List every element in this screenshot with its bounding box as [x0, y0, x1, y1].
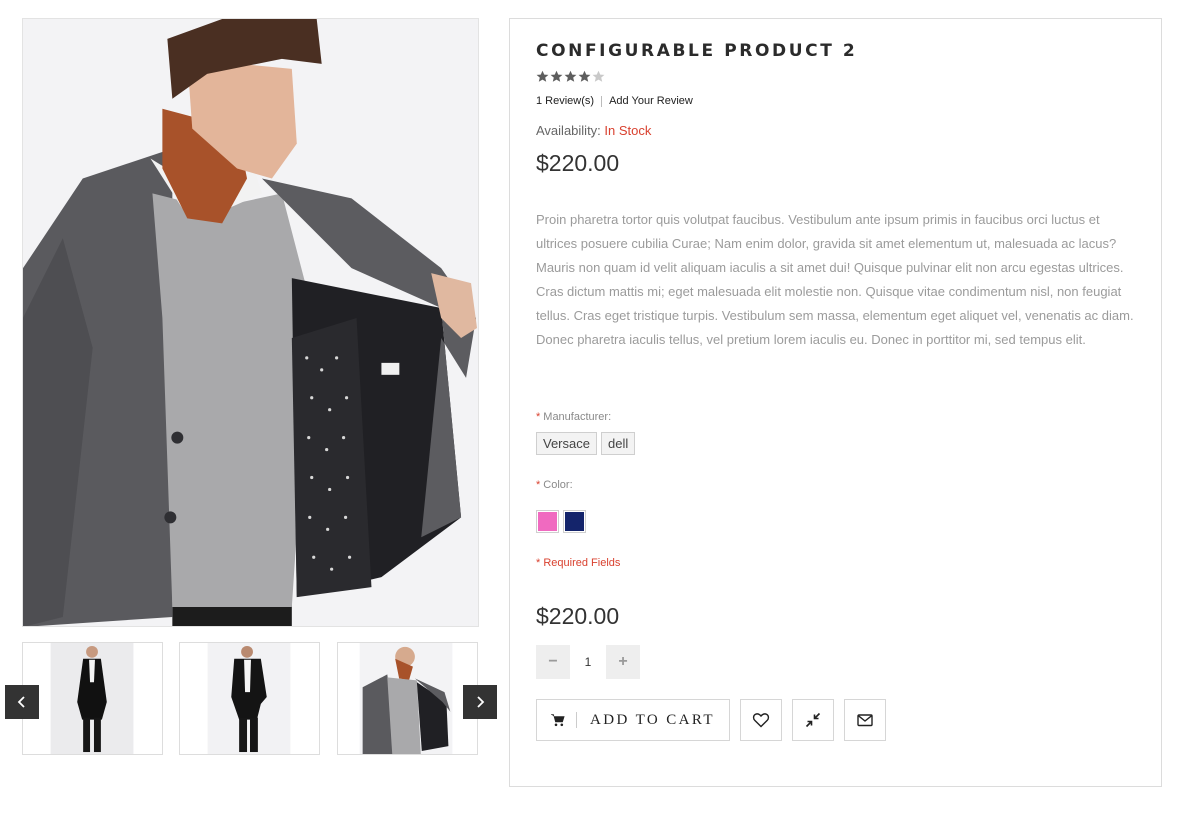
- main-product-image[interactable]: [22, 18, 479, 627]
- color-swatch-fill: [538, 512, 557, 531]
- thumbnail-1[interactable]: [22, 642, 163, 755]
- thumbnail-2[interactable]: [179, 642, 320, 755]
- color-swatch[interactable]: [563, 510, 586, 533]
- gallery-prev-button[interactable]: [5, 685, 39, 719]
- quantity-increase-button[interactable]: +: [606, 645, 640, 679]
- add-to-wishlist-button[interactable]: [739, 699, 782, 741]
- availability: Availability: In Stock: [536, 123, 651, 138]
- product-price: $220.00: [536, 150, 620, 176]
- manufacturer-label: * Manufacturer:: [536, 411, 611, 423]
- product-actions: ADD TO CART: [536, 699, 886, 741]
- manufacturer-option[interactable]: Versace: [536, 432, 597, 455]
- review-links-divider: [601, 95, 603, 107]
- color-swatch[interactable]: [536, 510, 559, 533]
- add-to-cart-button[interactable]: ADD TO CART: [536, 699, 730, 741]
- email-friend-button[interactable]: [843, 699, 886, 741]
- minus-icon: −: [548, 653, 558, 670]
- compress-arrows-icon: [805, 712, 821, 728]
- gallery-next-button[interactable]: [463, 685, 497, 719]
- final-price: $220.00: [536, 603, 620, 629]
- required-mark: *: [536, 411, 541, 423]
- product-info-panel: CONFIGURABLE PRODUCT 2 1 Review(s) Add Y…: [509, 18, 1162, 787]
- star-filled-icon: [536, 70, 549, 82]
- availability-label: Availability:: [536, 123, 601, 138]
- required-fields-note: * Required Fields: [536, 557, 621, 569]
- star-filled-icon: [564, 70, 577, 82]
- envelope-icon: [857, 714, 873, 727]
- product-photo: [23, 19, 478, 626]
- shopping-cart-icon: [551, 714, 565, 727]
- thumbnail-photo: [338, 643, 477, 754]
- star-empty-icon: [592, 70, 605, 82]
- color-label-text: Color:: [543, 479, 573, 491]
- review-links: 1 Review(s) Add Your Review: [536, 95, 693, 107]
- product-title: CONFIGURABLE PRODUCT 2: [536, 41, 858, 61]
- reviews-count-link[interactable]: 1 Review(s): [536, 95, 594, 107]
- chevron-left-icon: [17, 696, 25, 708]
- product-description: Proin pharetra tortor quis volutpat fauc…: [536, 212, 1134, 347]
- thumbnail-photo: [23, 643, 162, 754]
- manufacturer-option[interactable]: dell: [600, 432, 636, 455]
- chevron-right-icon: [477, 696, 485, 708]
- color-label: * Color:: [536, 479, 573, 491]
- thumbnail-3[interactable]: [337, 642, 478, 755]
- thumbnail-strip: [22, 642, 479, 755]
- stock-status: In Stock: [604, 123, 652, 138]
- add-to-cart-label: ADD TO CART: [590, 711, 715, 728]
- heart-icon: [752, 713, 770, 728]
- star-filled-icon: [578, 70, 591, 82]
- add-to-compare-button[interactable]: [791, 699, 834, 741]
- quantity-decrease-button[interactable]: −: [536, 645, 570, 679]
- add-review-link[interactable]: Add Your Review: [609, 95, 693, 107]
- rating-stars: [536, 70, 605, 84]
- plus-icon: +: [618, 653, 628, 670]
- color-options: [536, 510, 586, 533]
- manufacturer-options: Versace dell: [536, 432, 636, 455]
- thumbnail-photo: [180, 643, 319, 754]
- quantity-input[interactable]: [570, 645, 606, 679]
- required-mark: *: [536, 479, 541, 491]
- color-swatch-fill: [565, 512, 584, 531]
- add-to-cart-divider: [576, 712, 577, 728]
- quantity-stepper: − +: [536, 645, 640, 679]
- manufacturer-label-text: Manufacturer:: [543, 411, 612, 423]
- star-filled-icon: [550, 70, 563, 82]
